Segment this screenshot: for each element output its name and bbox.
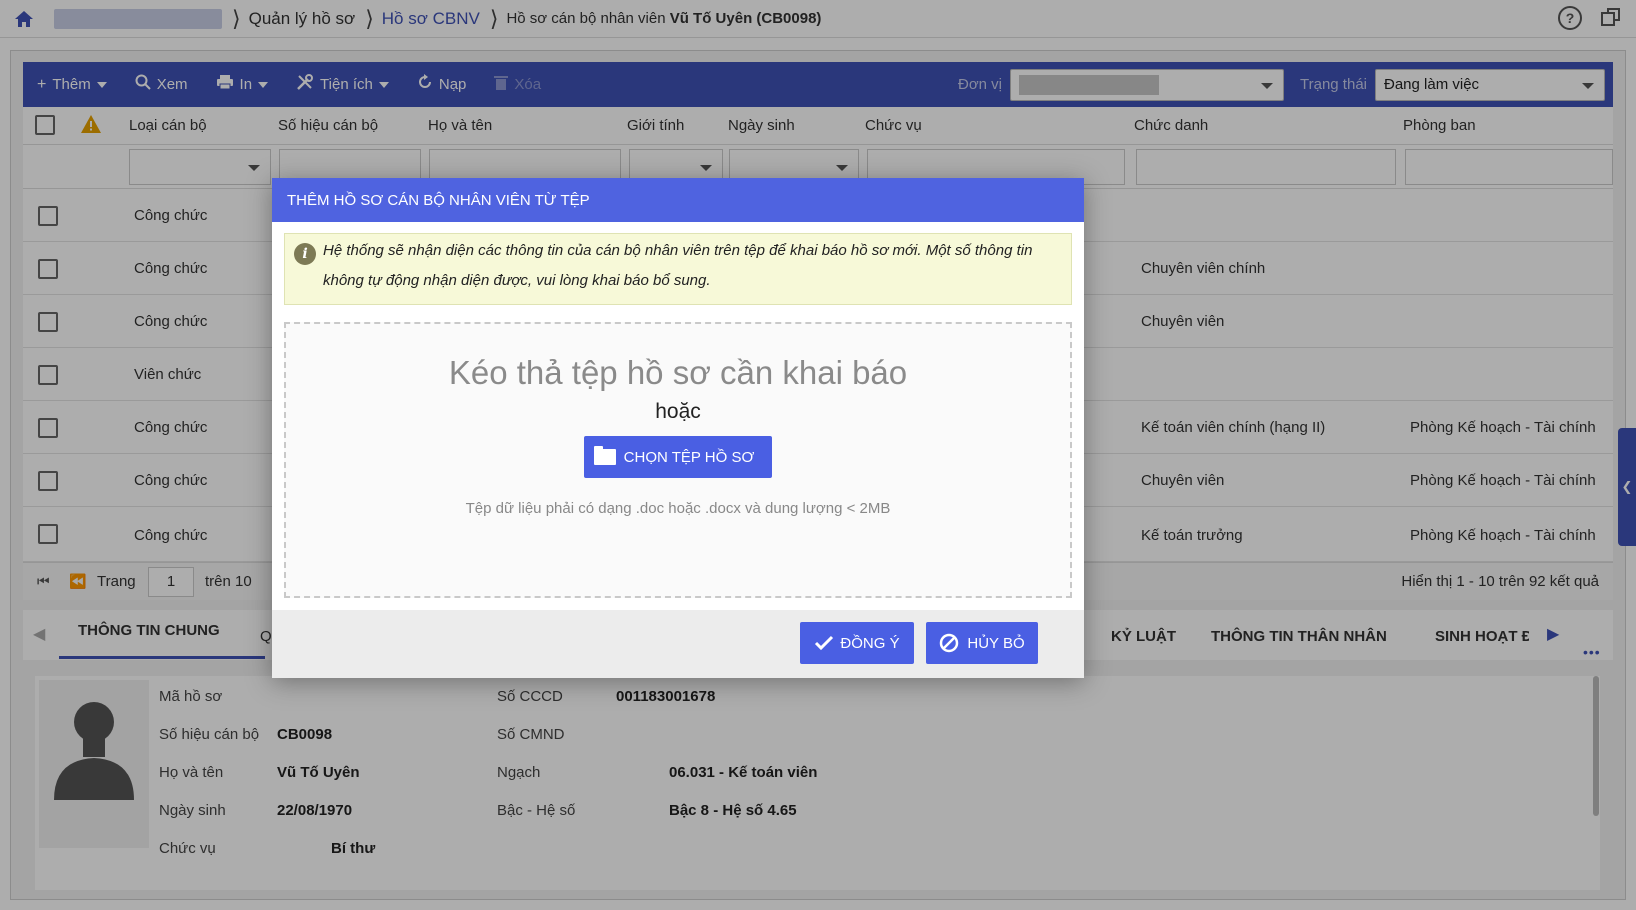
ban-icon xyxy=(940,633,959,653)
dialog-footer: Đồng ý Hủy bỏ xyxy=(272,610,1084,678)
file-requirement-hint: Tệp dữ liệu phải có dạng .doc hoặc .docx… xyxy=(465,500,891,517)
file-drop-zone[interactable]: Kéo thả tệp hồ sơ cần khai báo hoặc Chọn… xyxy=(284,322,1072,598)
info-notice: i Hệ thống sẽ nhận diện các thông tin củ… xyxy=(284,233,1072,305)
info-icon: i xyxy=(294,243,316,265)
import-profile-dialog: Thêm hồ sơ cán bộ nhân viên từ tệp i Hệ … xyxy=(272,178,1084,678)
confirm-button[interactable]: Đồng ý xyxy=(800,622,914,664)
check-icon xyxy=(815,635,834,651)
drop-zone-or: hoặc xyxy=(655,400,701,423)
choose-file-button[interactable]: Chọn tệp hồ sơ xyxy=(583,436,773,478)
info-text: Hệ thống sẽ nhận diện các thông tin của … xyxy=(323,242,1033,289)
folder-icon xyxy=(593,446,616,465)
drop-zone-title: Kéo thả tệp hồ sơ cần khai báo xyxy=(448,354,908,391)
confirm-button-label: Đồng ý xyxy=(840,634,900,652)
cancel-button-label: Hủy bỏ xyxy=(967,634,1025,652)
dialog-title: Thêm hồ sơ cán bộ nhân viên từ tệp xyxy=(272,178,1084,222)
cancel-button[interactable]: Hủy bỏ xyxy=(926,622,1038,664)
choose-file-label: Chọn tệp hồ sơ xyxy=(623,448,755,466)
